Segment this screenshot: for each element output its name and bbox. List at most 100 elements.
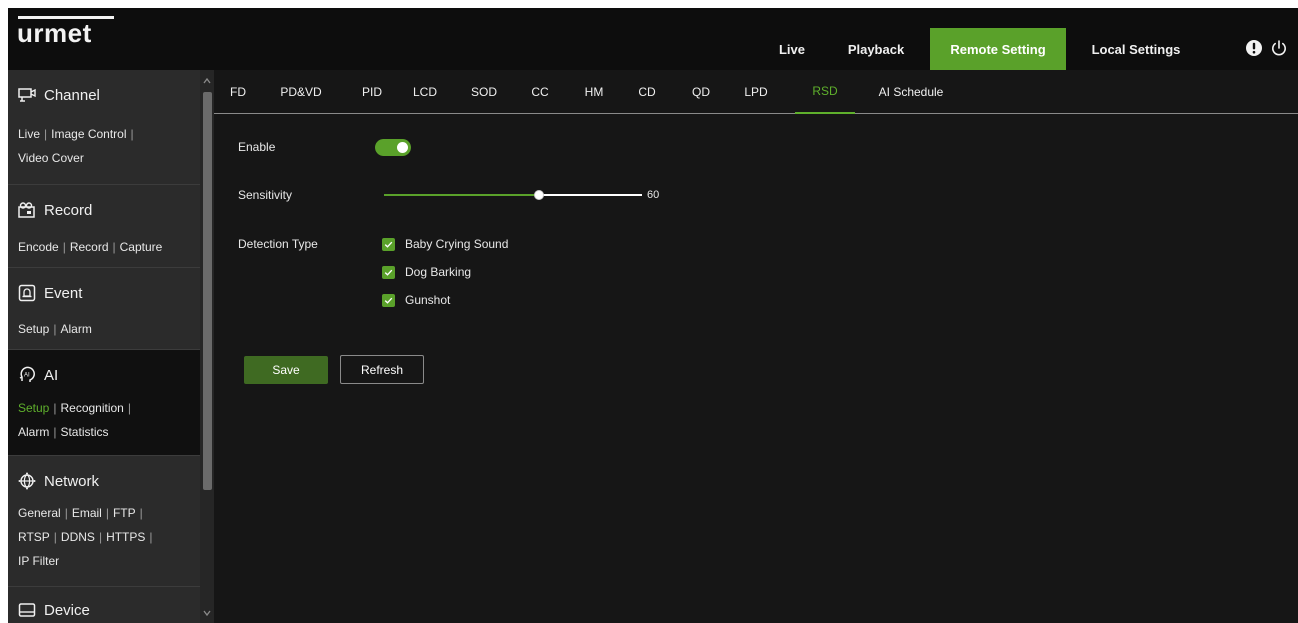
tab-ai-schedule[interactable]: AI Schedule bbox=[869, 70, 953, 113]
detection-type-label: Detection Type bbox=[238, 237, 318, 251]
sidebar-link-ai-setup[interactable]: Setup bbox=[18, 401, 49, 415]
checkbox-label: Dog Barking bbox=[405, 265, 472, 279]
sidebar-link-image-control[interactable]: Image Control bbox=[51, 127, 126, 141]
tab-lpd[interactable]: LPD bbox=[739, 70, 773, 113]
device-icon bbox=[18, 601, 36, 619]
checkbox-checked-icon[interactable] bbox=[382, 237, 395, 251]
checkbox-checked-icon[interactable] bbox=[382, 265, 395, 279]
tab-pd-vd[interactable]: PD&VD bbox=[274, 70, 328, 113]
sidebar-section-network: Network General | Email | FTP | RTSP | DDNS | HTT… bbox=[8, 456, 200, 587]
sidebar-title-device: Device bbox=[44, 601, 90, 619]
sidebar-link-recognition[interactable]: Recognition bbox=[60, 401, 123, 415]
separator: | bbox=[53, 425, 57, 439]
top-bar: urmet Live Playback Remote Setting Local… bbox=[8, 8, 1298, 70]
nav-playback[interactable]: Playback bbox=[830, 28, 922, 70]
sidebar-link-rtsp[interactable]: RTSP bbox=[18, 530, 50, 544]
sidebar-links-network: General | Email | FTP | RTSP | DDNS | HTTPS | IP F… bbox=[18, 501, 157, 573]
sensitivity-slider[interactable] bbox=[384, 190, 642, 200]
sidebar-link-general[interactable]: General bbox=[18, 506, 61, 520]
checkbox-label: Baby Crying Sound bbox=[405, 237, 509, 251]
sensitivity-value: 60 bbox=[647, 189, 660, 201]
refresh-button[interactable]: Refresh bbox=[340, 355, 424, 384]
separator: | bbox=[112, 240, 116, 254]
tab-rsd[interactable]: RSD bbox=[795, 70, 855, 114]
sidebar-links-record: Encode | Record | Capture bbox=[18, 235, 162, 259]
sidebar-link-email[interactable]: Email bbox=[72, 506, 102, 520]
separator: | bbox=[64, 506, 68, 520]
save-button[interactable]: Save bbox=[244, 356, 328, 384]
sidebar-link-ftp[interactable]: FTP bbox=[113, 506, 136, 520]
sidebar-link-https[interactable]: HTTPS bbox=[106, 530, 145, 544]
event-icon bbox=[18, 284, 36, 302]
toggle-knob bbox=[397, 142, 408, 153]
sidebar-header-event[interactable]: Event bbox=[18, 284, 82, 302]
sidebar-title-event: Event bbox=[44, 284, 83, 302]
sidebar-link-statistics[interactable]: Statistics bbox=[60, 425, 108, 439]
sidebar-link-ip-filter[interactable]: IP Filter bbox=[18, 554, 59, 568]
ai-icon: AI bbox=[18, 366, 36, 384]
sidebar-scrollbar[interactable] bbox=[200, 70, 214, 623]
separator: | bbox=[130, 127, 134, 141]
checkbox-baby-crying-sound[interactable]: Baby Crying Sound bbox=[382, 237, 508, 251]
enable-toggle[interactable] bbox=[375, 139, 411, 156]
sidebar-section-device: Device bbox=[8, 587, 200, 623]
separator: | bbox=[105, 506, 109, 520]
tab-fd[interactable]: FD bbox=[230, 70, 246, 113]
checkbox-label: Gunshot bbox=[405, 293, 451, 307]
sidebar-title-network: Network bbox=[44, 472, 100, 490]
separator: | bbox=[127, 401, 131, 415]
tab-pid[interactable]: PID bbox=[357, 70, 387, 113]
nav-local-settings[interactable]: Local Settings bbox=[1076, 28, 1196, 70]
sidebar-link-record[interactable]: Record bbox=[70, 240, 109, 254]
app-window: urmet Live Playback Remote Setting Local… bbox=[8, 8, 1298, 623]
sidebar-link-ddns[interactable]: DDNS bbox=[61, 530, 95, 544]
tab-cc[interactable]: CC bbox=[526, 70, 554, 113]
checkbox-checked-icon[interactable] bbox=[382, 293, 395, 307]
network-icon bbox=[18, 472, 36, 490]
separator: | bbox=[149, 530, 153, 544]
sidebar-header-record[interactable]: Record bbox=[18, 201, 92, 219]
tab-lcd[interactable]: LCD bbox=[408, 70, 442, 113]
checkbox-gunshot[interactable]: Gunshot bbox=[382, 293, 450, 307]
svg-text:AI: AI bbox=[24, 373, 30, 379]
sidebar-header-device[interactable]: Device bbox=[18, 601, 90, 619]
nav-remote-setting[interactable]: Remote Setting bbox=[930, 28, 1066, 70]
sidebar-link-encode[interactable]: Encode bbox=[18, 240, 59, 254]
main-content: FD PD&VD PID LCD SOD CC HM CD QD LPD RSD… bbox=[214, 70, 1298, 623]
nav-live[interactable]: Live bbox=[756, 28, 828, 70]
sidebar: Channel Live | Image Control | Video Cover … bbox=[8, 70, 200, 623]
separator: | bbox=[62, 240, 66, 254]
tab-hm[interactable]: HM bbox=[579, 70, 609, 113]
separator: | bbox=[44, 127, 48, 141]
sidebar-header-ai[interactable]: AI AI bbox=[18, 366, 58, 384]
tab-cd[interactable]: CD bbox=[632, 70, 662, 113]
tab-qd[interactable]: QD bbox=[686, 70, 716, 113]
scroll-down-icon[interactable] bbox=[202, 608, 212, 618]
scrollbar-thumb[interactable] bbox=[203, 92, 212, 490]
sidebar-section-record: Record Encode | Record | Capture bbox=[8, 185, 200, 268]
sidebar-link-ai-alarm[interactable]: Alarm bbox=[18, 425, 49, 439]
sidebar-link-capture[interactable]: Capture bbox=[120, 240, 163, 254]
channel-icon bbox=[18, 86, 36, 104]
sensitivity-label: Sensitivity bbox=[238, 188, 293, 202]
sidebar-link-video-cover[interactable]: Video Cover bbox=[18, 151, 84, 165]
sidebar-link-setup[interactable]: Setup bbox=[18, 322, 49, 336]
enable-label: Enable bbox=[238, 140, 276, 154]
sidebar-header-channel[interactable]: Channel bbox=[18, 86, 100, 104]
separator: | bbox=[53, 530, 57, 544]
tab-sod[interactable]: SOD bbox=[466, 70, 502, 113]
separator: | bbox=[139, 506, 143, 520]
power-icon[interactable] bbox=[1269, 38, 1289, 58]
slider-handle[interactable] bbox=[534, 190, 544, 200]
sidebar-links-event: Setup | Alarm bbox=[18, 317, 92, 341]
sidebar-header-network[interactable]: Network bbox=[18, 472, 99, 490]
ai-tab-bar: FD PD&VD PID LCD SOD CC HM CD QD LPD RSD… bbox=[214, 70, 1298, 114]
checkbox-dog-barking[interactable]: Dog Barking bbox=[382, 265, 471, 279]
info-icon[interactable] bbox=[1244, 38, 1264, 58]
urmet-logo: urmet bbox=[17, 16, 114, 48]
sidebar-link-live[interactable]: Live bbox=[18, 127, 40, 141]
sidebar-link-alarm[interactable]: Alarm bbox=[60, 322, 91, 336]
sidebar-title-channel: Channel bbox=[44, 86, 100, 104]
sidebar-links-ai: Setup | Recognition | Alarm | Statistics bbox=[18, 396, 135, 444]
scroll-up-icon[interactable] bbox=[202, 76, 212, 86]
